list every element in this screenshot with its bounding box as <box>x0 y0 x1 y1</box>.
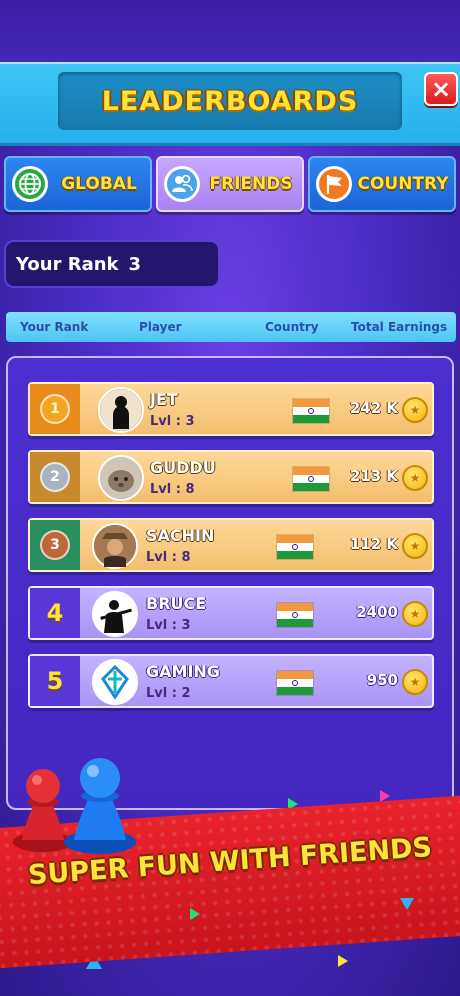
gold-medal-badge: 1 <box>30 384 80 434</box>
silver-medal-badge: 2 <box>30 452 80 502</box>
bronze-medal-badge: 3 <box>30 520 80 570</box>
leaderboard-row[interactable]: 4 BRUCE Lvl : 3 2400 ★ <box>28 586 434 640</box>
player-earnings: 242 K <box>349 399 398 417</box>
player-name: SACHIN <box>146 526 215 545</box>
tab-friends-label: FRIENDS <box>209 174 293 194</box>
player-name: GAMING <box>146 662 220 681</box>
india-flag-icon <box>276 534 314 560</box>
medal-icon: 1 <box>40 394 70 424</box>
column-header-rank: Your Rank <box>20 320 89 334</box>
player-level: Lvl : 3 <box>150 414 195 429</box>
player-name: JET <box>150 390 178 409</box>
confetti-triangle <box>400 898 414 910</box>
player-earnings: 213 K <box>349 467 398 485</box>
column-header-country: Country <box>265 320 319 334</box>
globe-icon <box>12 166 48 202</box>
coin-icon: ★ <box>402 397 428 423</box>
your-rank-value: 3 <box>128 253 142 275</box>
your-rank-box: Your Rank 3 <box>4 240 220 288</box>
column-header-player: Player <box>139 320 182 334</box>
player-level: Lvl : 2 <box>146 686 191 701</box>
rank-badge: 5 <box>30 656 80 706</box>
friends-icon <box>164 166 200 202</box>
player-name: BRUCE <box>146 594 207 613</box>
coin-icon: ★ <box>402 465 428 491</box>
rank-badge: 4 <box>30 588 80 638</box>
leaderboard-row[interactable]: 1 JET Lvl : 3 242 K ★ <box>28 382 434 436</box>
blue-pawn-icon <box>58 752 142 860</box>
tab-global-label: GLOBAL <box>61 174 137 194</box>
avatar <box>92 523 138 569</box>
confetti-triangle <box>190 908 200 920</box>
close-button[interactable]: × <box>424 72 458 106</box>
india-flag-icon <box>276 670 314 696</box>
leaderboard-row[interactable]: 2 GUDDU Lvl : 8 213 K ★ <box>28 450 434 504</box>
player-level: Lvl : 8 <box>146 550 191 565</box>
avatar <box>98 455 144 501</box>
coin-icon: ★ <box>402 601 428 627</box>
player-earnings: 950 <box>366 671 398 689</box>
tab-friends[interactable]: FRIENDS <box>156 156 304 212</box>
title-box: LEADERBOARDS <box>58 72 402 130</box>
tab-global[interactable]: GLOBAL <box>4 156 152 212</box>
avatar <box>92 591 138 637</box>
coin-icon: ★ <box>402 533 428 559</box>
india-flag-icon <box>292 398 330 424</box>
player-level: Lvl : 3 <box>146 618 191 633</box>
avatar <box>92 659 138 705</box>
india-flag-icon <box>292 466 330 492</box>
player-level: Lvl : 8 <box>150 482 195 497</box>
page-title: LEADERBOARDS <box>101 85 359 117</box>
player-earnings: 2400 <box>356 603 398 621</box>
leaderboard-row[interactable]: 3 SACHIN Lvl : 8 112 K ★ <box>28 518 434 572</box>
flag-icon <box>316 166 352 202</box>
coin-icon: ★ <box>402 669 428 695</box>
avatar <box>98 387 144 433</box>
top-strip <box>0 0 460 62</box>
medal-icon: 3 <box>40 530 70 560</box>
rank-number: 4 <box>46 599 64 627</box>
tab-country[interactable]: COUNTRY <box>308 156 456 212</box>
column-header-earnings: Total Earnings <box>351 320 448 334</box>
tab-country-label: COUNTRY <box>357 174 449 194</box>
player-earnings: 112 K <box>349 535 398 553</box>
rank-number: 5 <box>46 667 64 695</box>
column-header-bar: Your Rank Player Country Total Earnings <box>6 312 456 342</box>
confetti-triangle <box>338 955 348 967</box>
your-rank-label: Your Rank <box>16 253 119 275</box>
close-icon: × <box>430 75 452 103</box>
player-name: GUDDU <box>150 458 216 477</box>
medal-icon: 2 <box>40 462 70 492</box>
india-flag-icon <box>276 602 314 628</box>
leaderboard-row[interactable]: 5 GAMING Lvl : 2 950 ★ <box>28 654 434 708</box>
